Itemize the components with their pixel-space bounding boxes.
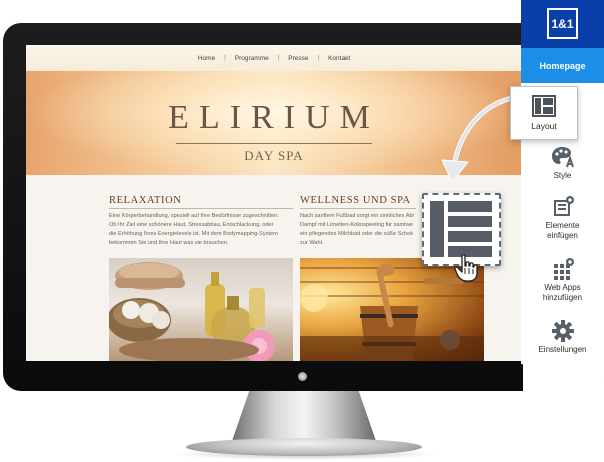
- homepage-tab[interactable]: Homepage: [521, 48, 604, 83]
- add-webapps-button[interactable]: Web Apps hinzufügen: [521, 258, 604, 303]
- text-line: ein pflegendes Milchbad oder die süße Sc…: [300, 231, 414, 237]
- hand-pointer-icon: [454, 254, 478, 282]
- settings-label: Einstellungen: [538, 345, 587, 354]
- layout-row-block: [448, 216, 492, 227]
- layout-row-block: [448, 231, 492, 242]
- layout-row-block: [448, 201, 492, 212]
- layout-column-block: [430, 201, 444, 257]
- nav-link-kontakt[interactable]: Kontakt: [319, 55, 359, 62]
- site-navigation: Home | Programme | Presse | Kontakt: [26, 45, 522, 71]
- drag-arrow-icon: [441, 95, 515, 182]
- settings-button[interactable]: Einstellungen: [521, 320, 604, 355]
- column-heading-rule: [109, 208, 293, 209]
- text-line: bekommen Sie und Ihre Haut was sie brauc…: [109, 240, 229, 246]
- webapps-label-line1: Web Apps: [544, 283, 581, 292]
- brand-logo: 1&1: [547, 8, 578, 39]
- text-line: zur Wahl.: [300, 240, 324, 246]
- palette-icon: [551, 147, 574, 168]
- column-heading-rule: [300, 208, 416, 209]
- column-heading-wellness: WELLNESS UND SPA: [300, 195, 411, 206]
- column-heading-relaxation: RELAXATION: [109, 195, 182, 206]
- monitor-stand-neck: [232, 391, 376, 441]
- layout-label: Layout: [531, 121, 557, 131]
- app-grid-plus-icon: [553, 258, 574, 280]
- elements-label-line2: einfügen: [547, 231, 578, 240]
- insert-elements-button[interactable]: Elemente einfügen: [521, 196, 604, 241]
- photo-relaxation: [109, 258, 293, 361]
- nav-link-programme[interactable]: Programme: [226, 55, 278, 62]
- webapps-label-line2: hinzufügen: [542, 293, 583, 302]
- layout-grid-icon: [532, 95, 556, 117]
- nav-link-presse[interactable]: Presse: [279, 55, 317, 62]
- editor-toolbar: 1&1 Homepage Style Elemente einfügen Web…: [521, 0, 604, 383]
- spa-still-life-image: [109, 262, 275, 361]
- text-line: Dampf mit Limetten-Kokospeeling für samt…: [300, 222, 413, 228]
- text-line: Eine Körperbehandlung, speziell auf Ihre…: [109, 213, 279, 219]
- style-label: Style: [553, 171, 572, 180]
- text-line: die Erhöhung Ihres Energielevels ist. Mi…: [109, 231, 278, 237]
- style-button[interactable]: Style: [521, 146, 604, 181]
- monitor-power-light: [298, 372, 307, 381]
- monitor-stand-base: [186, 438, 422, 456]
- layout-button[interactable]: Layout: [510, 86, 578, 140]
- logo-divider: [176, 143, 372, 144]
- gear-icon: [551, 320, 574, 342]
- text-line: Nach sanftem Fußbad sorgt ein sinnliches…: [300, 213, 414, 219]
- nav-link-home[interactable]: Home: [189, 55, 224, 62]
- text-line: Ob Ihr Ziel eine schönere Haut, Stressab…: [109, 222, 274, 228]
- elements-label-line1: Elemente: [545, 221, 580, 230]
- brand-header: 1&1: [521, 0, 604, 48]
- column-text-wellness: Nach sanftem Fußbad sorgt ein sinnliches…: [300, 212, 426, 252]
- insert-element-icon: [553, 196, 574, 216]
- column-text-relaxation: Eine Körperbehandlung, speziell auf Ihre…: [109, 212, 297, 252]
